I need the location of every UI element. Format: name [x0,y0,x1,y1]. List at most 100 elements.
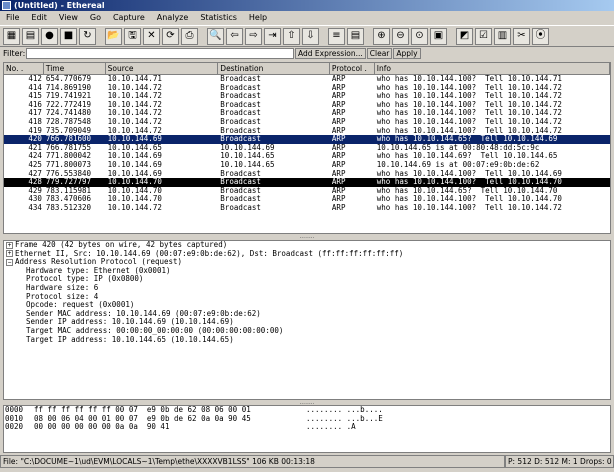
table-row[interactable]: 416 722.772419 10.10.144.72 Broadcast ARP who… [4,101,610,110]
interfaces-icon[interactable]: ▦ [3,27,20,45]
go-forward-icon[interactable]: ⇨ [245,27,262,45]
menu-capture[interactable]: Capture [113,12,145,24]
cell-no: 424 [28,152,42,161]
table-row[interactable]: 430 783.470606 10.10.144.70 Broadcast ARP who… [4,195,610,204]
splitter-handle[interactable]: ........ [3,234,611,240]
add-expression-button[interactable]: Add Expression... [295,48,366,59]
table-row[interactable]: 415 719.741921 10.10.144.72 Broadcast ARP who… [4,92,610,101]
table-row[interactable]: 427 776.553840 10.10.144.69 Broadcast ARP who… [4,170,610,179]
preferences-icon[interactable]: ✂ [513,27,530,45]
autoscroll-icon[interactable]: ▤ [347,27,364,45]
table-row[interactable]: 420 766.781600 10.10.144.69 Broadcast ARP who… [4,135,610,144]
menu-view[interactable]: View [59,12,78,24]
detail-arp-field[interactable]: Hardware type: Ethernet (0x0001) [4,267,610,276]
detail-arp-field[interactable]: Sender IP address: 10.10.144.69 (10.10.1… [4,318,610,327]
help-icon[interactable]: ⦿ [532,27,549,45]
table-row[interactable]: 429 783.115981 10.10.144.70 Broadcast ARP who… [4,187,610,196]
go-back-icon[interactable]: ⇦ [226,27,243,45]
menu-analyze[interactable]: Analyze [157,12,189,24]
detail-arp-field[interactable]: Target MAC address: 00:00:00_00:00:00 (0… [4,327,610,336]
save-icon[interactable]: 🖫 [124,27,141,45]
detail-frame-line[interactable]: + Frame 420 (42 bytes on wire, 42 bytes c… [4,241,610,250]
go-to-packet-icon[interactable]: ⇥ [264,27,281,45]
table-row[interactable]: 421 766.781755 10.10.144.65 10.10.144.69 ARP… [4,144,610,153]
expand-icon[interactable]: + [6,250,13,258]
cell-info: who has 10.10.144.100? Tell 10.10.144.72 [376,83,562,92]
capture-filters-icon[interactable]: ◩ [456,27,473,45]
display-filters-icon[interactable]: ☑ [475,27,492,45]
coloring-rules-icon[interactable]: ▥ [494,27,511,45]
cell-dst: Broadcast [220,126,261,135]
zoom-out-icon[interactable]: ⊖ [392,27,409,45]
open-file-icon[interactable]: 📂 [105,27,122,45]
detail-arp-line[interactable]: − Address Resolution Protocol (request) [4,258,610,267]
apply-button[interactable]: Apply [393,48,421,59]
resize-columns-icon[interactable]: ▣ [430,27,447,45]
menu-go[interactable]: Go [90,12,101,24]
cell-time: 771.800042 [45,152,92,161]
column-header-time[interactable]: Time [44,63,106,74]
cell-proto: ARP [331,92,346,101]
colorize-icon[interactable]: ≡ [328,27,345,45]
go-last-icon[interactable]: ⇩ [302,27,319,45]
cell-dst: Broadcast [220,195,261,204]
table-row[interactable]: 425 771.800073 10.10.144.69 10.10.144.65 ARP… [4,161,610,170]
table-row[interactable]: 424 771.800042 10.10.144.69 10.10.144.65 ARP… [4,152,610,161]
table-row[interactable]: 414 714.869190 10.10.144.72 Broadcast ARP who… [4,84,610,93]
print-icon[interactable]: ⎙ [181,27,198,45]
cell-no: 414 [28,83,42,92]
detail-arp-field[interactable]: Sender MAC address: 10.10.144.69 (00:07:… [4,310,610,319]
column-header-protocol[interactable]: Protocol . [330,63,375,74]
menu-statistics[interactable]: Statistics [200,12,237,24]
zoom-normal-icon[interactable]: ⊙ [411,27,428,45]
menu-edit[interactable]: Edit [31,12,47,24]
cell-dst: Broadcast [220,203,261,212]
toolbar-separator [366,28,371,45]
cell-src: 10.10.144.69 [107,152,162,161]
detail-arp-field[interactable]: Hardware size: 6 [4,284,610,293]
table-row[interactable]: 428 779.727797 10.10.144.70 Broadcast ARP who… [4,178,610,187]
cell-info: who has 10.10.144.100? Tell 10.10.144.72 [376,109,562,118]
cell-src: 10.10.144.70 [107,178,162,187]
clear-button[interactable]: Clear [366,48,393,59]
cell-dst: Broadcast [220,186,261,195]
go-first-icon[interactable]: ⇧ [283,27,300,45]
menu-help[interactable]: Help [249,12,267,24]
column-header-destination[interactable]: Destination [218,63,330,74]
menu-file[interactable]: File [6,12,19,24]
table-row[interactable]: 412 654.770679 10.10.144.71 Broadcast ARP who… [4,75,610,84]
main-toolbar: ▦ ▤ ● ■ ↻ 📂 🖫 ✕ ⟳ ⎙ 🔍 ⇦ ⇨ ⇥ ⇧ ⇩ ≡ ▤ ⊕ ⊖ ⊙ ▣ ◩ ☑ ▥ ✂ ⦿ [0,25,614,47]
packet-list-pane[interactable]: No. . Time Source Destination Protocol .… [3,62,611,234]
column-header-info[interactable]: Info [375,63,610,74]
column-header-no[interactable]: No. . [4,63,44,74]
expand-icon[interactable]: + [6,241,13,249]
toolbar-separator [321,28,326,45]
capture-options-icon[interactable]: ▤ [22,27,39,45]
reload-icon[interactable]: ⟳ [162,27,179,45]
table-row[interactable]: 419 735.709049 10.10.144.72 Broadcast ARP who… [4,127,610,136]
detail-arp-field[interactable]: Protocol type: IP (0x0800) [4,275,610,284]
close-icon[interactable]: ✕ [143,27,160,45]
detail-arp-field[interactable]: Protocol size: 4 [4,293,610,302]
hex-dump-pane[interactable]: 0000 ff ff ff ff ff ff 00 07 e9 0b de 62 … [3,405,611,453]
detail-arp-field[interactable]: Target IP address: 10.10.144.65 (10.10.1… [4,336,610,345]
stop-capture-icon[interactable]: ■ [60,27,77,45]
find-icon[interactable]: 🔍 [207,27,224,45]
packet-detail-pane[interactable]: + Frame 420 (42 bytes on wire, 42 bytes c… [3,240,611,400]
start-capture-icon[interactable]: ● [41,27,58,45]
table-row[interactable]: 418 728.787548 10.10.144.72 Broadcast ARP who… [4,118,610,127]
filter-input[interactable] [26,48,294,59]
table-row[interactable]: 434 783.512320 10.10.144.72 Broadcast ARP who… [4,204,610,213]
table-row[interactable]: 417 724.741480 10.10.144.72 Broadcast ARP who… [4,109,610,118]
zoom-in-icon[interactable]: ⊕ [373,27,390,45]
collapse-icon[interactable]: − [6,258,13,266]
detail-ethernet-line[interactable]: + Ethernet II, Src: 10.10.144.69 (00:07:e… [4,250,610,259]
cell-info: who has 10.10.144.65? Tell 10.10.144.69 [376,135,558,144]
cell-time: 776.553840 [45,169,92,178]
column-header-source[interactable]: Source [106,63,219,74]
hex-line[interactable]: 0020 00 00 00 00 00 00 0a 0a 90 41.......… [4,423,610,432]
restart-capture-icon[interactable]: ↻ [79,27,96,45]
cell-no: 416 [28,100,42,109]
cell-proto: ARP [331,126,346,135]
detail-arp-field[interactable]: Opcode: request (0x0001) [4,301,610,310]
